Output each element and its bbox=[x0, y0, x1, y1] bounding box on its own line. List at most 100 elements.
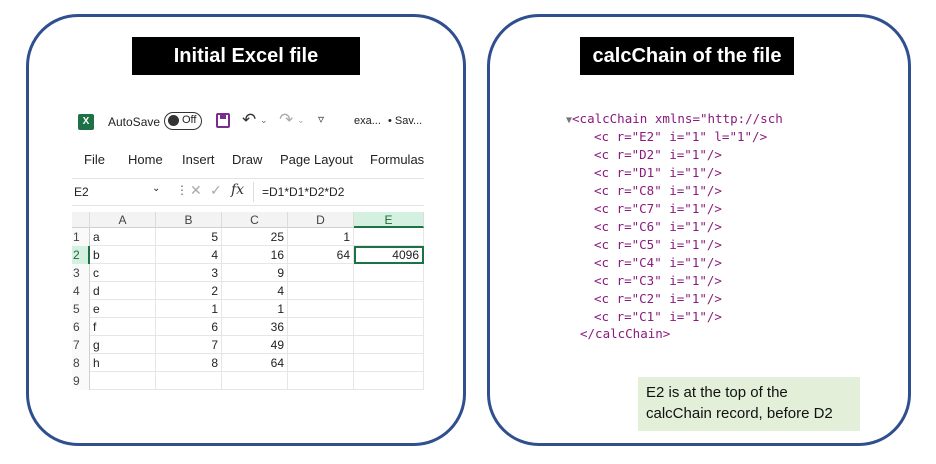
tab-file[interactable]: File bbox=[84, 152, 105, 167]
row-header[interactable]: 2 bbox=[72, 246, 90, 264]
grid-cell[interactable]: 9 bbox=[222, 264, 288, 282]
grid-cell[interactable]: 49 bbox=[222, 336, 288, 354]
xml-calc-entry: <c r="C3" i="1"/> bbox=[594, 273, 722, 288]
grid-cell[interactable]: c bbox=[90, 264, 156, 282]
grid-cell[interactable] bbox=[354, 372, 424, 390]
xml-calc-entry: <c r="C2" i="1"/> bbox=[594, 291, 722, 306]
calcchain-xml-view: ▼<calcChain xmlns="http://sch <c r="E2" … bbox=[566, 110, 810, 340]
tab-formulas[interactable]: Formulas bbox=[370, 152, 424, 167]
grid-cell[interactable]: 4 bbox=[156, 246, 222, 264]
grid-cell[interactable]: d bbox=[90, 282, 156, 300]
column-header-a[interactable]: A bbox=[90, 212, 156, 228]
formula-bar: E2 ⌄ ⋮ ✕ ✓ fx =D1*D1*D2*D2 bbox=[72, 178, 424, 206]
grid-cell[interactable]: 4 bbox=[222, 282, 288, 300]
autosave-toggle[interactable]: Off bbox=[164, 112, 202, 130]
grid-cell[interactable] bbox=[288, 300, 354, 318]
formula-bar-divider bbox=[253, 182, 254, 202]
grid-cell[interactable]: 6 bbox=[156, 318, 222, 336]
grid-cell[interactable] bbox=[354, 264, 424, 282]
grid-cell[interactable]: h bbox=[90, 354, 156, 372]
grid-cell[interactable]: a bbox=[90, 228, 156, 246]
tab-home[interactable]: Home bbox=[128, 152, 163, 167]
row-header[interactable]: 1 bbox=[72, 228, 90, 246]
grid-cell[interactable]: 64 bbox=[288, 246, 354, 264]
xml-close-tag: </calcChain> bbox=[580, 326, 671, 340]
grid-cell[interactable] bbox=[288, 354, 354, 372]
xml-calc-entry: <c r="C8" i="1"/> bbox=[594, 183, 722, 198]
grid-cell[interactable]: f bbox=[90, 318, 156, 336]
redo-dropdown-icon[interactable]: ⌄ bbox=[297, 115, 305, 126]
column-header-d[interactable]: D bbox=[288, 212, 354, 228]
grid-cell[interactable] bbox=[354, 282, 424, 300]
enter-check-icon[interactable]: ✓ bbox=[210, 182, 222, 199]
grid-cell[interactable]: 8 bbox=[156, 354, 222, 372]
column-header-e[interactable]: E bbox=[354, 212, 424, 228]
save-status: • Sav... bbox=[388, 115, 423, 127]
grid-cell[interactable]: b bbox=[90, 246, 156, 264]
insert-function-icon[interactable]: fx bbox=[231, 182, 244, 198]
row-header[interactable]: 4 bbox=[72, 282, 90, 300]
tab-page-layout[interactable]: Page Layout bbox=[280, 152, 353, 167]
grid-cell[interactable] bbox=[288, 264, 354, 282]
xml-calc-entry: <c r="D1" i="1"/> bbox=[594, 165, 722, 180]
row-header[interactable]: 3 bbox=[72, 264, 90, 282]
grid-cell[interactable]: 1 bbox=[156, 300, 222, 318]
grid-cell[interactable] bbox=[288, 372, 354, 390]
grid-cell[interactable]: 5 bbox=[156, 228, 222, 246]
tab-draw[interactable]: Draw bbox=[232, 152, 262, 167]
grid-cell[interactable]: 25 bbox=[222, 228, 288, 246]
grid-cell[interactable]: 16 bbox=[222, 246, 288, 264]
toggle-knob bbox=[168, 115, 179, 126]
grid-cell[interactable]: 3 bbox=[156, 264, 222, 282]
formula-input[interactable]: =D1*D1*D2*D2 bbox=[262, 185, 344, 199]
excel-window: X AutoSave Off ↶ ⌄ ↷ ⌄ ▿ exa... • Sav...… bbox=[72, 106, 424, 394]
more-options-icon[interactable]: ⋮ bbox=[176, 183, 188, 197]
redo-icon[interactable]: ↷ bbox=[279, 110, 293, 130]
grid-cell[interactable] bbox=[354, 300, 424, 318]
grid-cell[interactable] bbox=[90, 372, 156, 390]
grid-cell[interactable]: 2 bbox=[156, 282, 222, 300]
undo-dropdown-icon[interactable]: ⌄ bbox=[260, 115, 268, 126]
row-header[interactable]: 7 bbox=[72, 336, 90, 354]
customize-toolbar-icon[interactable]: ▿ bbox=[318, 112, 324, 126]
file-name[interactable]: exa... bbox=[354, 115, 381, 127]
ribbon-tabs: File Home Insert Draw Page Layout Formul… bbox=[72, 152, 424, 172]
grid-cell[interactable]: g bbox=[90, 336, 156, 354]
grid-cell[interactable]: e bbox=[90, 300, 156, 318]
grid-cell[interactable] bbox=[354, 318, 424, 336]
grid-cell[interactable] bbox=[288, 318, 354, 336]
grid-cell[interactable] bbox=[288, 282, 354, 300]
grid-cell[interactable] bbox=[354, 336, 424, 354]
row-header[interactable]: 5 bbox=[72, 300, 90, 318]
grid-cell[interactable]: 1 bbox=[288, 228, 354, 246]
autosave-label: AutoSave bbox=[108, 115, 161, 129]
grid-cell[interactable] bbox=[354, 228, 424, 246]
grid-cell[interactable]: 64 bbox=[222, 354, 288, 372]
undo-icon[interactable]: ↶ bbox=[242, 110, 256, 130]
xml-open-tag: <calcChain xmlns="http://sch bbox=[572, 111, 783, 126]
column-header-b[interactable]: B bbox=[156, 212, 222, 228]
row-header[interactable]: 6 bbox=[72, 318, 90, 336]
tab-insert[interactable]: Insert bbox=[182, 152, 215, 167]
grid-cell[interactable] bbox=[156, 372, 222, 390]
annotation-note: E2 is at the top of the calcChain record… bbox=[638, 377, 860, 431]
xml-calc-entry: <c r="E2" i="1" l="1"/> bbox=[594, 129, 768, 144]
left-panel-title: Initial Excel file bbox=[132, 37, 360, 75]
active-cell[interactable]: 4096 bbox=[354, 246, 424, 264]
grid-cell[interactable]: 7 bbox=[156, 336, 222, 354]
note-line-1: E2 is at the top of the bbox=[646, 384, 788, 401]
xml-calc-entry: <c r="C7" i="1"/> bbox=[594, 201, 722, 216]
cancel-icon[interactable]: ✕ bbox=[190, 182, 202, 199]
name-box-dropdown-icon[interactable]: ⌄ bbox=[152, 183, 160, 194]
grid-cell[interactable]: 1 bbox=[222, 300, 288, 318]
column-header-c[interactable]: C bbox=[222, 212, 288, 228]
select-all-corner[interactable] bbox=[72, 212, 90, 228]
save-icon[interactable] bbox=[216, 113, 230, 128]
grid-cell[interactable] bbox=[354, 354, 424, 372]
excel-titlebar: X AutoSave Off ↶ ⌄ ↷ ⌄ ▿ exa... • Sav... bbox=[72, 106, 424, 140]
grid-cell[interactable]: 36 bbox=[222, 318, 288, 336]
grid-cell[interactable] bbox=[222, 372, 288, 390]
row-header[interactable]: 9 bbox=[72, 372, 90, 390]
grid-cell[interactable] bbox=[288, 336, 354, 354]
row-header[interactable]: 8 bbox=[72, 354, 90, 372]
